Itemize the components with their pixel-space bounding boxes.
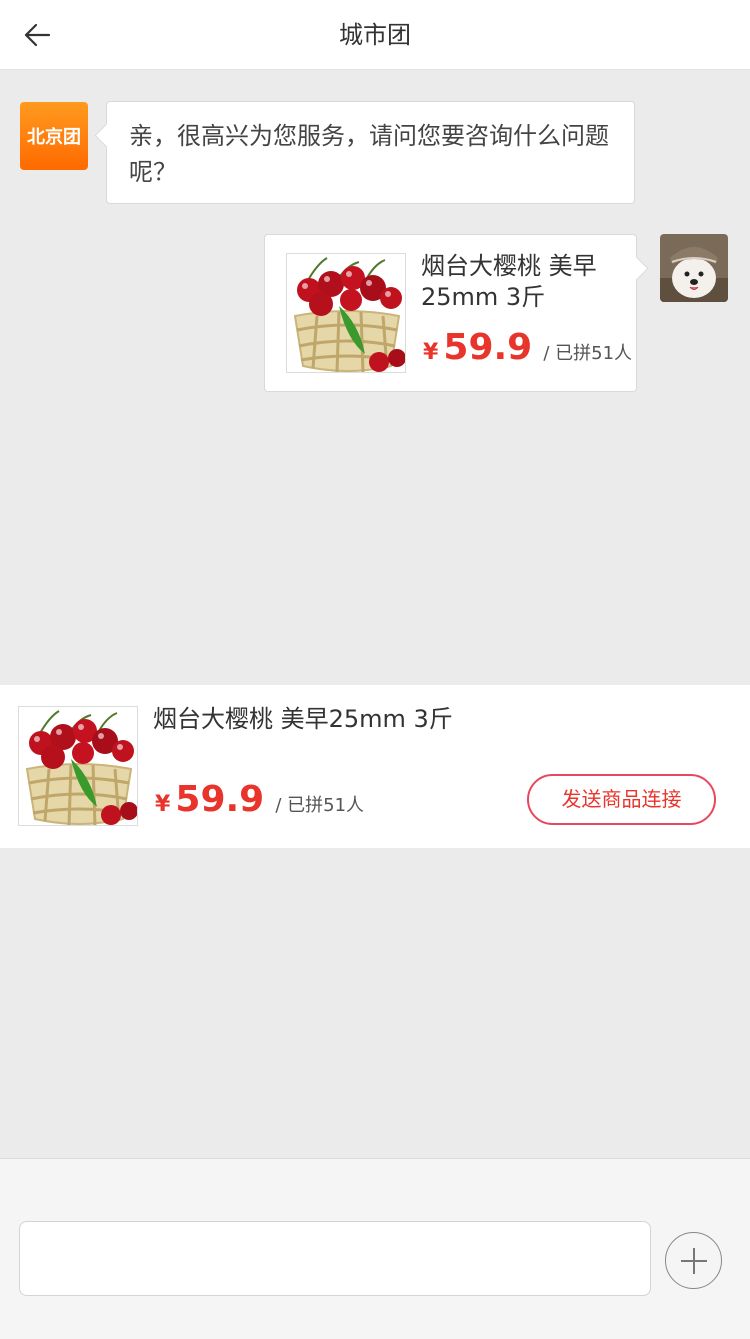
product-price: ¥ 59.9 / 已拼51人	[155, 779, 364, 820]
joined-count: / 已拼51人	[275, 795, 365, 816]
currency-symbol: ¥	[155, 792, 171, 817]
shop-avatar[interactable]: 北京团	[20, 102, 88, 170]
sent-product-name: 烟台大樱桃 美早25mm 3斤	[421, 252, 597, 311]
cherry-basket-image	[18, 706, 138, 826]
top-bar: 城市团	[0, 0, 750, 70]
shop-avatar-label: 北京团	[27, 127, 81, 148]
price-value: 59.9	[175, 779, 265, 820]
shop-message-bubble: 亲，很高兴为您服务，请问您要咨询什么问题呢？	[106, 101, 635, 204]
joined-count: / 已拼51人	[543, 343, 633, 364]
user-avatar[interactable]	[660, 234, 728, 302]
price-value: 59.9	[443, 327, 533, 368]
plus-circle-icon[interactable]	[665, 1232, 722, 1289]
shop-message-text: 亲，很高兴为您服务，请问您要咨询什么问题呢？	[129, 122, 609, 186]
product-name: 烟台大樱桃 美早25mm 3斤	[153, 705, 453, 733]
page-title: 城市团	[339, 21, 411, 49]
sent-product-price: ¥ 59.9 / 已拼51人	[423, 327, 632, 368]
product-card: 烟台大樱桃 美早25mm 3斤 ¥ 59.9 / 已拼51人 发送商品连接	[0, 685, 750, 848]
sent-product-bubble[interactable]: 烟台大樱桃 美早25mm 3斤 ¥ 59.9 / 已拼51人	[264, 234, 637, 392]
currency-symbol: ¥	[423, 340, 439, 365]
message-input[interactable]	[19, 1221, 651, 1296]
input-bar	[0, 1158, 750, 1339]
dog-avatar-image	[660, 234, 728, 302]
cherry-basket-image	[286, 253, 406, 373]
send-product-link-button[interactable]: 发送商品连接	[527, 774, 716, 825]
